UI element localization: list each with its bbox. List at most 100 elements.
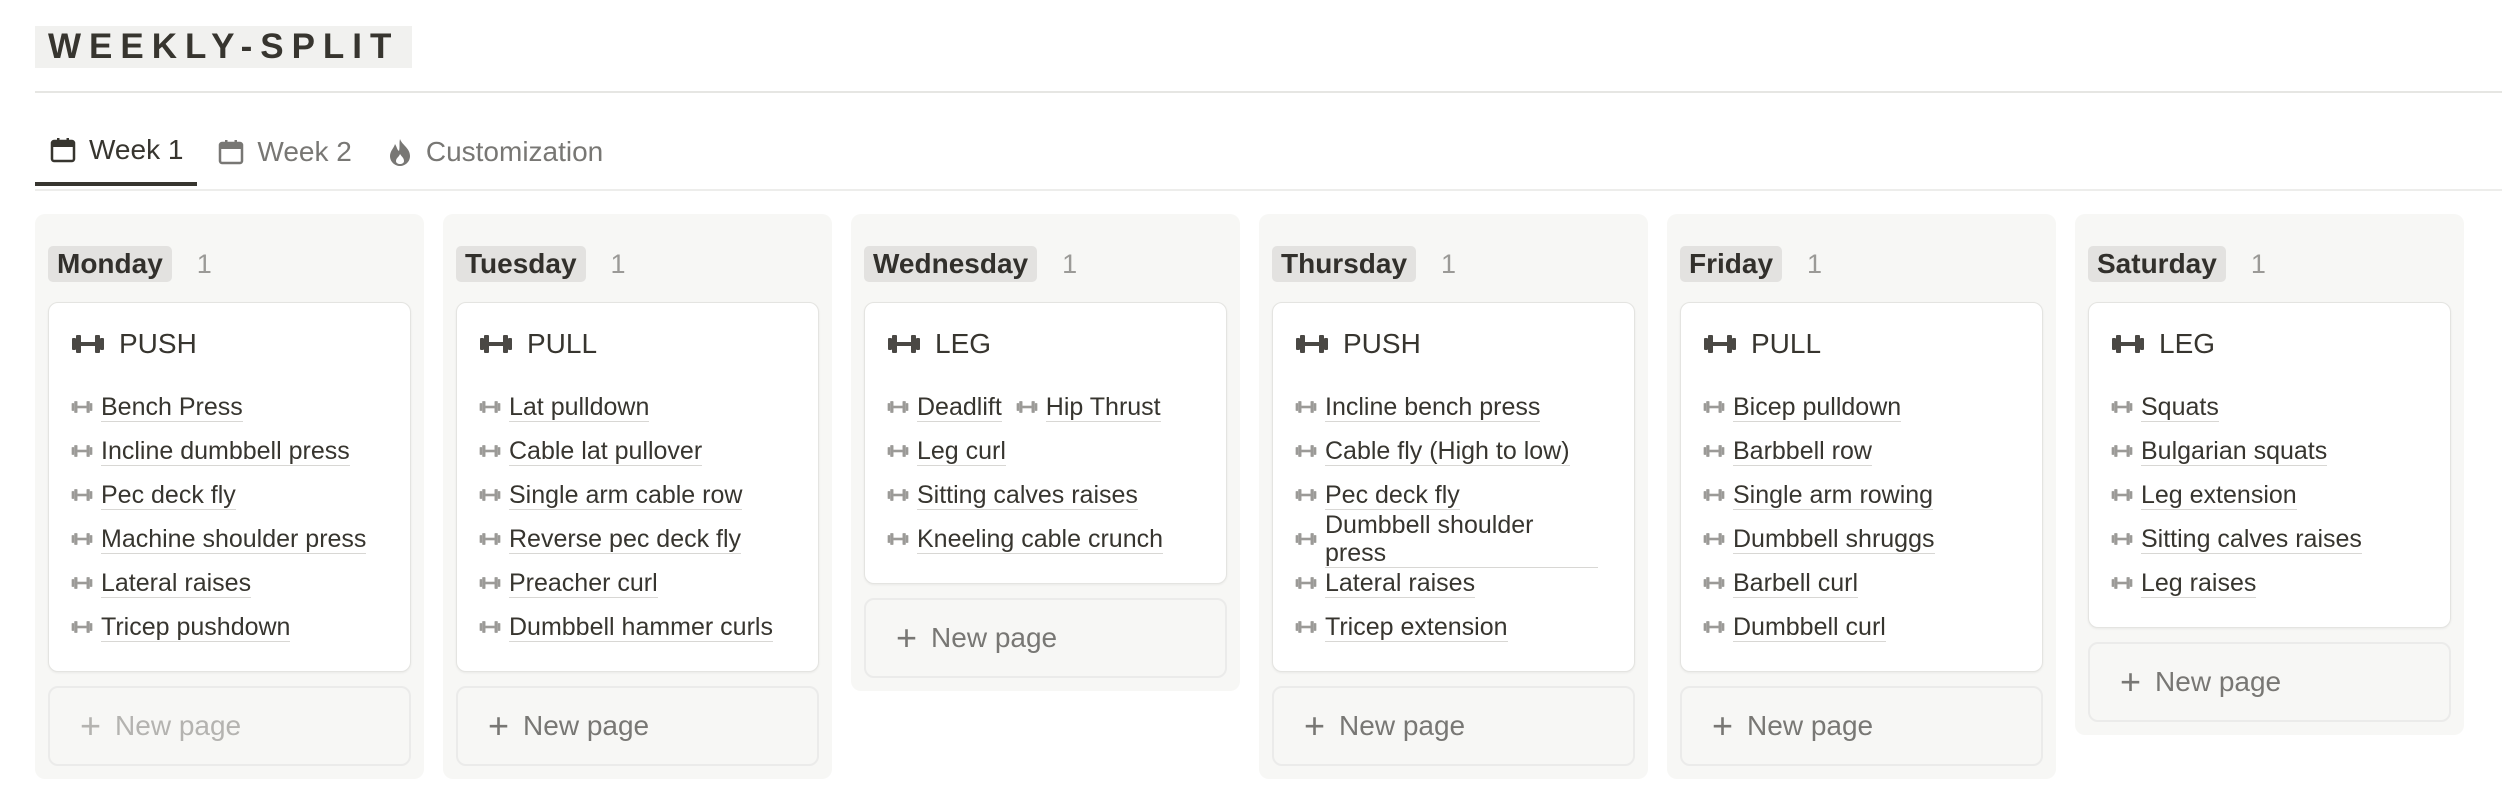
calendar-icon [217, 138, 245, 166]
exercise-label: Lateral raises [101, 568, 252, 598]
exercise-label: Dumbbell hammer curls [509, 612, 773, 642]
tab-week-2[interactable]: Week 2 [203, 118, 365, 186]
exercise-item[interactable]: Dumbbell shruggs [1703, 517, 1935, 561]
column-count: 1 [1441, 248, 1457, 279]
exercise-label: Dumbbell shruggs [1733, 524, 1935, 554]
exercise-item[interactable]: Bulgarian squats [2111, 429, 2328, 473]
exercise-list: Lat pulldown Cable lat pullover Single a… [479, 385, 796, 649]
new-page-button[interactable]: + New page [864, 598, 1227, 678]
exercise-label: Pec deck fly [101, 480, 236, 510]
exercise-item[interactable]: Cable fly (High to low) [1295, 429, 1570, 473]
exercise-label: Single arm cable row [509, 480, 743, 510]
exercise-list: Bicep pulldown Barbbell row Single arm r… [1703, 385, 2020, 649]
exercise-label: Single arm rowing [1733, 480, 1934, 510]
flame-icon [386, 137, 414, 167]
exercise-item[interactable]: Tricep pushdown [71, 605, 291, 649]
exercise-label: Tricep pushdown [101, 612, 291, 642]
exercise-item[interactable]: Dumbbell curl [1703, 605, 1886, 649]
exercise-label: Dumbbell curl [1733, 612, 1886, 642]
exercise-item[interactable]: Preacher curl [479, 561, 658, 605]
exercise-label: Lat pulldown [509, 392, 650, 422]
card-title: LEG [2159, 328, 2216, 359]
dumbbell-icon [1295, 531, 1317, 547]
board-card[interactable]: PUSH Incline bench press Cable fly (High… [1272, 302, 1635, 672]
new-page-button[interactable]: + New page [1680, 686, 2043, 766]
exercise-list: Bench Press Incline dumbbell press Pec d… [71, 385, 388, 649]
exercise-item[interactable]: Kneeling cable crunch [887, 517, 1163, 561]
exercise-item[interactable]: Sitting calves raises [2111, 517, 2362, 561]
card-title: PULL [527, 328, 598, 359]
column-count: 1 [196, 248, 212, 279]
column-count: 1 [1062, 248, 1078, 279]
exercise-label: Leg raises [2141, 568, 2257, 598]
dumbbell-icon [1703, 487, 1725, 503]
plus-icon: + [2120, 661, 2142, 702]
column-header[interactable]: Tuesday 1 [456, 242, 819, 286]
exercise-item[interactable]: Single arm cable row [479, 473, 743, 517]
board-column-saturday: Saturday 1 LEG Squats Bulgarian squats Le… [2075, 214, 2464, 735]
dumbbell-icon [479, 399, 501, 415]
exercise-item[interactable]: Tricep extension [1295, 605, 1508, 649]
new-page-button[interactable]: + New page [2088, 642, 2451, 722]
exercise-item[interactable]: Deadlift [887, 385, 1002, 429]
board-card[interactable]: LEG Deadlift Hip Thrust Leg curl Sitting… [864, 302, 1227, 584]
exercise-item[interactable]: Leg raises [2111, 561, 2257, 605]
exercise-item[interactable]: Leg extension [2111, 473, 2297, 517]
exercise-label: Cable fly (High to low) [1325, 436, 1570, 466]
plus-icon: + [1712, 705, 1734, 746]
plus-icon: + [488, 705, 510, 746]
board-column-tuesday: Tuesday 1 PULL Lat pulldown Cable lat pul… [443, 214, 832, 779]
exercise-item[interactable]: Reverse pec deck fly [479, 517, 742, 561]
exercise-item[interactable]: Barbbell row [1703, 429, 1872, 473]
exercise-label: Sitting calves raises [917, 480, 1138, 510]
column-header[interactable]: Wednesday 1 [864, 242, 1227, 286]
new-page-button[interactable]: + New page [1272, 686, 1635, 766]
new-page-button[interactable]: + New page [48, 686, 411, 766]
column-header[interactable]: Friday 1 [1680, 242, 2043, 286]
exercise-label: Incline bench press [1325, 392, 1541, 422]
plus-icon: + [1304, 705, 1326, 746]
plus-icon: + [80, 705, 102, 746]
new-page-button[interactable]: + New page [456, 686, 819, 766]
board-card[interactable]: PULL Bicep pulldown Barbbell row Single … [1680, 302, 2043, 672]
exercise-item[interactable]: Lateral raises [71, 561, 252, 605]
board-card[interactable]: PUSH Bench Press Incline dumbbell press … [48, 302, 411, 672]
board-card[interactable]: LEG Squats Bulgarian squats Leg extensio… [2088, 302, 2451, 628]
exercise-item[interactable]: Incline bench press [1295, 385, 1541, 429]
exercise-item[interactable]: Barbell curl [1703, 561, 1859, 605]
column-header[interactable]: Saturday 1 [2088, 242, 2451, 286]
exercise-item[interactable]: Bench Press [71, 385, 243, 429]
board-card[interactable]: PULL Lat pulldown Cable lat pullover Sin… [456, 302, 819, 672]
exercise-item[interactable]: Pec deck fly [71, 473, 236, 517]
exercise-item[interactable]: Sitting calves raises [887, 473, 1138, 517]
column-count: 1 [2250, 248, 2266, 279]
exercise-item[interactable]: Lateral raises [1295, 561, 1476, 605]
exercise-item[interactable]: Single arm rowing [1703, 473, 1934, 517]
tab-label: Week 1 [89, 134, 184, 165]
dumbbell-icon [887, 443, 909, 459]
exercise-item[interactable]: Machine shoulder press [71, 517, 367, 561]
exercise-item[interactable]: Hip Thrust [1016, 385, 1161, 429]
dumbbell-icon [1703, 399, 1725, 415]
exercise-label: Pec deck fly [1325, 480, 1460, 510]
exercise-label: Preacher curl [509, 568, 658, 598]
exercise-item[interactable]: Lat pulldown [479, 385, 650, 429]
dumbbell-icon [1703, 332, 1737, 356]
title-divider [35, 91, 2502, 93]
dumbbell-icon [2111, 332, 2145, 356]
exercise-item[interactable]: Dumbbell hammer curls [479, 605, 773, 649]
column-header[interactable]: Thursday 1 [1272, 242, 1635, 286]
calendar-icon [49, 136, 77, 164]
column-name: Tuesday [456, 246, 586, 282]
tab-week-1[interactable]: Week 1 [35, 118, 198, 186]
board-column-friday: Friday 1 PULL Bicep pulldown Barbbell row… [1667, 214, 2056, 779]
exercise-item[interactable]: Dumbbell shoulder press [1295, 511, 1598, 568]
exercise-item[interactable]: Cable lat pullover [479, 429, 703, 473]
column-header[interactable]: Monday 1 [48, 242, 411, 286]
exercise-item[interactable]: Leg curl [887, 429, 1006, 473]
exercise-item[interactable]: Bicep pulldown [1703, 385, 1902, 429]
exercise-item[interactable]: Squats [2111, 385, 2219, 429]
dumbbell-icon [1295, 487, 1317, 503]
tab-customization[interactable]: Customization [372, 118, 617, 186]
exercise-item[interactable]: Incline dumbbell press [71, 429, 350, 473]
